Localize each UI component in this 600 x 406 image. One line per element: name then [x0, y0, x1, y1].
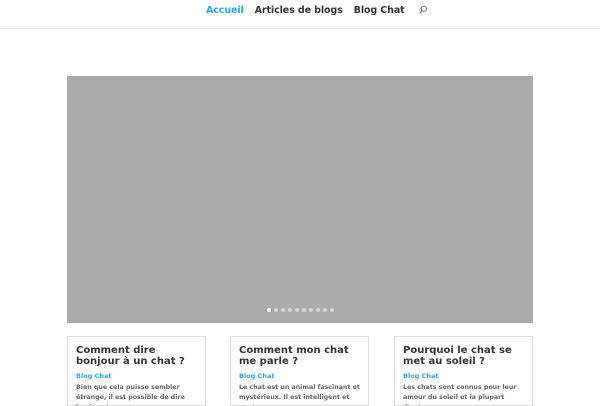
- slider-dot[interactable]: [273, 308, 278, 312]
- nav-item-accueil[interactable]: Accueil: [206, 5, 244, 16]
- post-title[interactable]: Comment dire bonjour à un chat ?: [76, 345, 197, 367]
- hero-slider: [67, 76, 533, 323]
- post-card: Comment dire bonjour à un chat ? Blog Ch…: [67, 336, 206, 406]
- slider-dot[interactable]: [266, 308, 271, 312]
- post-category[interactable]: Blog Chat: [239, 372, 360, 380]
- post-excerpt: Bien que cela puisse sembler étrange, il…: [76, 384, 185, 405]
- nav-item-blog-chat[interactable]: Blog Chat: [354, 5, 405, 16]
- post-card: Pourquoi le chat se met au soleil ? Blog…: [394, 336, 533, 406]
- slider-dot[interactable]: [287, 308, 292, 312]
- slider-dot[interactable]: [280, 308, 285, 312]
- post-card: Comment mon chat me parle ? Blog Chat Le…: [230, 336, 369, 406]
- slider-dot[interactable]: [322, 308, 327, 312]
- main-nav: Accueil Articles de blogs Blog Chat: [206, 4, 428, 16]
- post-title[interactable]: Pourquoi le chat se met au soleil ?: [403, 345, 524, 367]
- nav-item-articles-de-blogs[interactable]: Articles de blogs: [255, 5, 343, 16]
- post-title[interactable]: Comment mon chat me parle ?: [239, 345, 360, 367]
- post-category[interactable]: Blog Chat: [403, 372, 524, 380]
- post-excerpt: Les chats sont connus pour leur amour du…: [403, 384, 517, 405]
- slider-dot[interactable]: [308, 308, 313, 312]
- slider-dot[interactable]: [301, 308, 306, 312]
- search-icon[interactable]: [418, 5, 428, 15]
- slider-dot[interactable]: [329, 308, 334, 312]
- slider-dots: [67, 308, 533, 312]
- post-excerpt: Le chat est un animal fascinant et mysté…: [239, 384, 360, 405]
- slider-dot[interactable]: [315, 308, 320, 312]
- slider-dot[interactable]: [294, 308, 299, 312]
- site-header: Accueil Articles de blogs Blog Chat: [0, 0, 600, 29]
- post-category[interactable]: Blog Chat: [76, 372, 197, 380]
